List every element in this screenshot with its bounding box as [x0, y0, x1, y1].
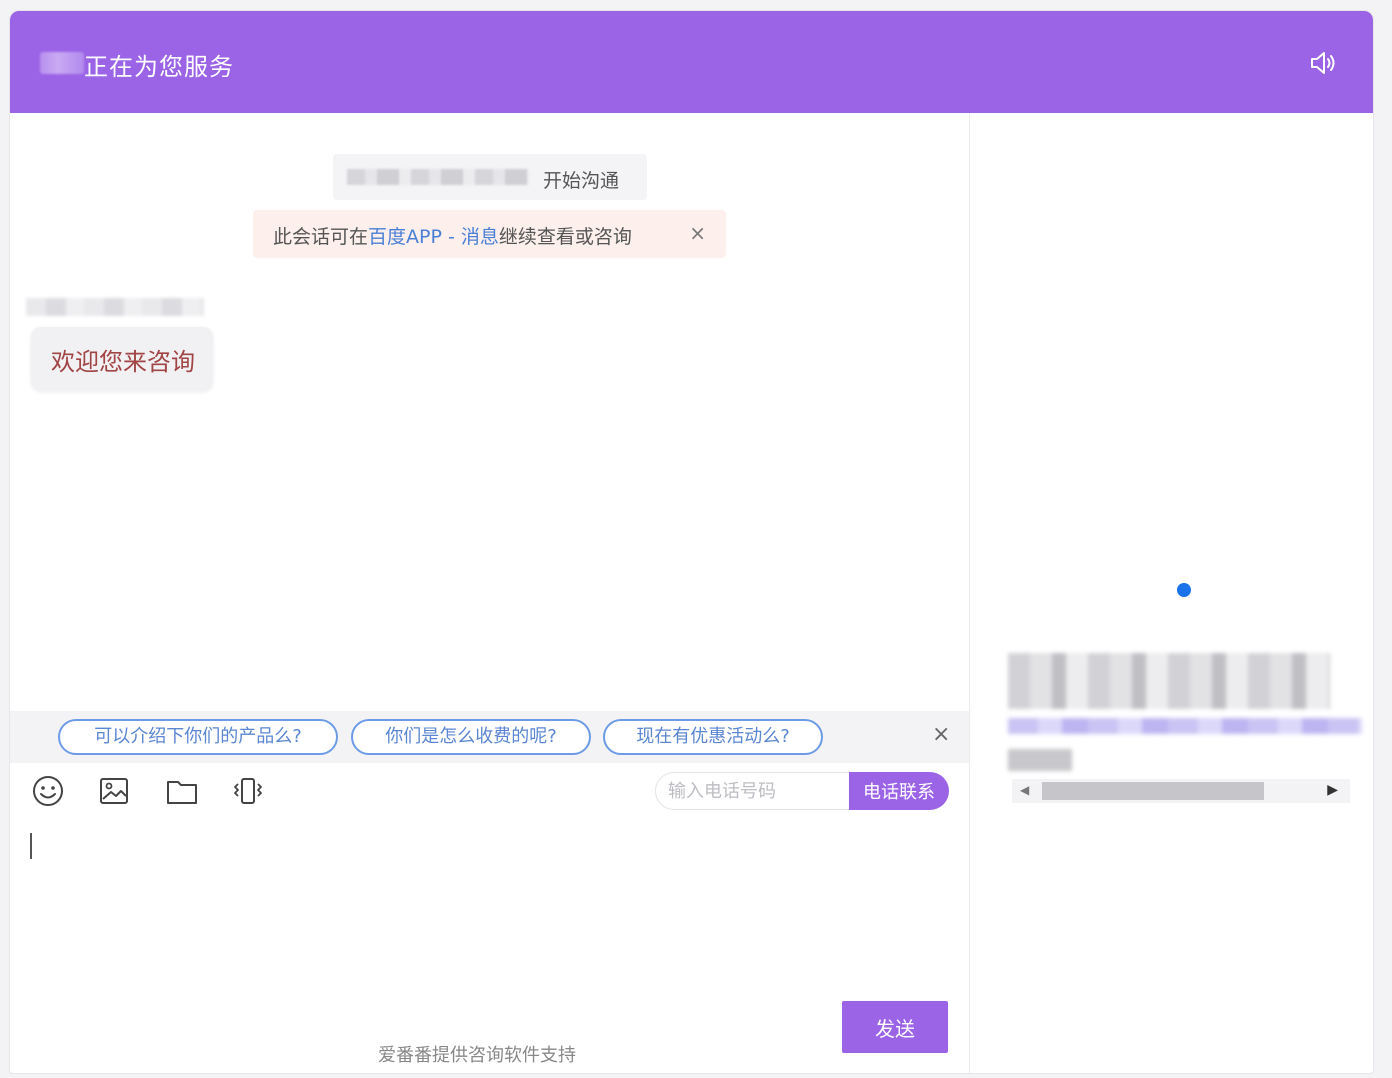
side-content-redacted [1008, 653, 1330, 709]
welcome-message: 欢迎您来咨询 [31, 327, 213, 391]
image-icon[interactable] [96, 773, 132, 809]
emoji-icon[interactable] [30, 773, 66, 809]
notice-close-icon[interactable]: × [689, 221, 706, 245]
header-bar: 正在为您服务 [10, 11, 1373, 113]
phone-contact-button[interactable]: 电话联系 [849, 772, 949, 810]
chat-window: 正在为您服务 开始沟通 此会话可在百度APP - 消息继续查看或咨询 × 欢迎您… [9, 10, 1374, 1074]
quick-bar-close-icon[interactable]: × [932, 722, 950, 747]
vibrate-icon[interactable] [230, 773, 266, 809]
phone-number-input[interactable] [655, 772, 855, 810]
text-caret [30, 833, 32, 859]
side-label-redacted [1008, 749, 1072, 771]
sender-name-redacted [26, 298, 204, 316]
folder-icon[interactable] [164, 773, 200, 809]
quick-question-bar: 可以介绍下你们的产品么? 你们是怎么收费的呢? 现在有优惠活动么? × [10, 711, 969, 763]
app-notice: 此会话可在百度APP - 消息继续查看或咨询 × [253, 210, 726, 258]
message-input[interactable] [24, 825, 954, 995]
side-link-redacted [1008, 718, 1362, 734]
status-dot [1177, 583, 1191, 597]
agent-name-redacted [40, 52, 84, 74]
horizontal-scrollbar[interactable]: ◀ ▶ [1012, 779, 1350, 803]
scroll-left-icon[interactable]: ◀ [1020, 783, 1029, 797]
send-button[interactable]: 发送 [842, 1001, 948, 1053]
start-notice-text: 开始沟通 [543, 170, 620, 192]
redacted-name [347, 169, 529, 185]
chat-area: 开始沟通 此会话可在百度APP - 消息继续查看或咨询 × 欢迎您来咨询 可以介… [10, 113, 969, 1073]
quick-question-1[interactable]: 可以介绍下你们的产品么? [58, 719, 338, 755]
app-notice-prefix: 此会话可在 [273, 226, 369, 248]
scrollbar-thumb[interactable] [1042, 782, 1264, 800]
speaker-icon[interactable] [1309, 49, 1339, 77]
footer-credit: 爱番番提供咨询软件支持 [378, 1045, 576, 1066]
scroll-right-icon[interactable]: ▶ [1327, 782, 1338, 798]
app-notice-text: 此会话可在百度APP - 消息继续查看或咨询 [273, 222, 632, 249]
start-notice: 开始沟通 [333, 154, 647, 200]
quick-question-2[interactable]: 你们是怎么收费的呢? [351, 719, 591, 755]
side-panel: ◀ ▶ [969, 113, 1373, 1073]
app-notice-suffix: 继续查看或咨询 [498, 226, 632, 248]
quick-question-3[interactable]: 现在有优惠活动么? [603, 719, 823, 755]
header-title: 正在为您服务 [84, 53, 234, 81]
app-notice-link[interactable]: 百度APP - 消息 [368, 226, 499, 248]
